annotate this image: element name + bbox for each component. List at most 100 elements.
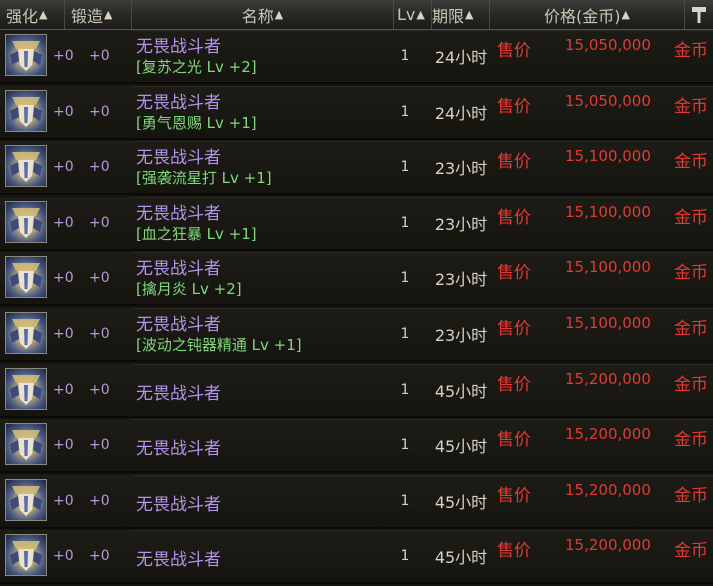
lv-column-label: Lv — [397, 5, 416, 24]
item-row[interactable]: +0 +0 无畏战斗者 1 45小时 售价 15,200,000 金币 — [0, 364, 713, 418]
item-price: 15,100,000 — [565, 258, 651, 276]
forge-level: +0 — [89, 48, 110, 64]
item-price: 15,200,000 — [565, 481, 651, 499]
item-lv: 1 — [400, 104, 410, 120]
item-row[interactable]: +0 +0 无畏战斗者 1 45小时 售价 15,200,000 金币 — [0, 419, 713, 473]
currency-label: 金币 — [674, 319, 708, 339]
item-price: 15,100,000 — [565, 147, 651, 165]
item-option: [擒月炎 Lv +2] — [136, 280, 242, 298]
item-row[interactable]: +0 +0 无畏战斗者 [血之狂暴 Lv +1] 1 23小时 售价 15,10… — [0, 197, 713, 251]
sort-price-column[interactable]: 价格(金币) ▲ — [490, 0, 685, 29]
item-lv: 1 — [400, 159, 410, 175]
item-option: [复苏之光 Lv +2] — [136, 58, 257, 76]
enhance-level: +0 — [53, 437, 74, 453]
enhance-column-label: 强化 — [6, 6, 39, 26]
enhance-level: +0 — [53, 382, 74, 398]
forge-level: +0 — [89, 548, 110, 564]
price-column-label: 价格(金币) — [544, 6, 621, 26]
item-row[interactable]: +0 +0 无畏战斗者 [强袭流星打 Lv +1] 1 23小时 售价 15,1… — [0, 141, 713, 195]
armor-item-icon[interactable] — [5, 90, 47, 132]
item-period: 45小时 — [434, 493, 488, 512]
sell-label: 售价 — [497, 486, 531, 506]
sell-label: 售价 — [497, 541, 531, 561]
enhance-level: +0 — [53, 548, 74, 564]
item-row[interactable]: +0 +0 无畏战斗者 1 45小时 售价 15,200,000 金币 — [0, 475, 713, 529]
currency-label: 金币 — [674, 541, 708, 561]
item-lv: 1 — [400, 48, 410, 64]
currency-label: 金币 — [674, 97, 708, 117]
item-option: [强袭流星打 Lv +1] — [136, 169, 272, 187]
sell-label: 售价 — [497, 208, 531, 228]
sort-lv-column[interactable]: Lv ▲ — [394, 0, 432, 29]
item-row[interactable]: +0 +0 无畏战斗者 [波动之钝器精通 Lv +1] 1 23小时 售价 15… — [0, 308, 713, 362]
sort-period-column[interactable]: 期限 ▲ — [432, 0, 490, 29]
sort-forge-column[interactable]: 锻造 ▲ — [65, 0, 132, 29]
forge-level: +0 — [89, 270, 110, 286]
armor-item-icon[interactable] — [5, 312, 47, 354]
sort-arrow-icon: ▲ — [104, 8, 113, 21]
currency-label: 金币 — [674, 41, 708, 61]
item-lv: 1 — [400, 548, 410, 564]
item-row[interactable]: +0 +0 无畏战斗者 [勇气恩赐 Lv +1] 1 24小时 售价 15,05… — [0, 86, 713, 140]
sort-enhance-column[interactable]: 强化 ▲ — [0, 0, 65, 29]
item-lv: 1 — [400, 493, 410, 509]
currency-label: 金币 — [674, 208, 708, 228]
sort-name-column[interactable]: 名称 ▲ — [132, 0, 394, 29]
item-price: 15,200,000 — [565, 425, 651, 443]
item-price: 15,100,000 — [565, 314, 651, 332]
enhance-level: +0 — [53, 493, 74, 509]
item-price: 15,050,000 — [565, 92, 651, 110]
hammer-icon — [692, 6, 706, 23]
hammer-button[interactable] — [685, 0, 713, 29]
item-name: 无畏战斗者 — [136, 148, 221, 168]
armor-item-icon[interactable] — [5, 145, 47, 187]
item-name: 无畏战斗者 — [136, 495, 221, 515]
armor-item-icon[interactable] — [5, 368, 47, 410]
armor-item-icon[interactable] — [5, 534, 47, 576]
item-row[interactable]: +0 +0 无畏战斗者 [擒月炎 Lv +2] 1 23小时 售价 15,100… — [0, 252, 713, 306]
currency-label: 金币 — [674, 375, 708, 395]
item-row[interactable]: +0 +0 无畏战斗者 [复苏之光 Lv +2] 1 24小时 售价 15,05… — [0, 30, 713, 84]
enhance-level: +0 — [53, 215, 74, 231]
item-lv: 1 — [400, 270, 410, 286]
forge-level: +0 — [89, 215, 110, 231]
name-column-label: 名称 — [241, 6, 274, 26]
armor-item-icon[interactable] — [5, 479, 47, 521]
item-lv: 1 — [400, 437, 410, 453]
sell-label: 售价 — [497, 263, 531, 283]
enhance-level: +0 — [53, 104, 74, 120]
armor-item-icon[interactable] — [5, 423, 47, 465]
item-row[interactable]: +0 +0 无畏战斗者 1 45小时 售价 15,200,000 金币 — [0, 530, 713, 584]
item-period: 23小时 — [434, 326, 488, 345]
period-column-label: 期限 — [432, 6, 465, 26]
item-name: 无畏战斗者 — [136, 550, 221, 570]
currency-label: 金币 — [674, 486, 708, 506]
sort-arrow-icon: ▲ — [39, 8, 48, 21]
armor-item-icon[interactable] — [5, 34, 47, 76]
armor-item-icon[interactable] — [5, 256, 47, 298]
item-option: [波动之钝器精通 Lv +1] — [136, 336, 302, 354]
enhance-level: +0 — [53, 270, 74, 286]
item-price: 15,200,000 — [565, 536, 651, 554]
enhance-level: +0 — [53, 326, 74, 342]
item-name: 无畏战斗者 — [136, 259, 221, 279]
item-price: 15,050,000 — [565, 36, 651, 54]
currency-label: 金币 — [674, 430, 708, 450]
item-period: 45小时 — [434, 437, 488, 456]
enhance-level: +0 — [53, 48, 74, 64]
item-price: 15,200,000 — [565, 370, 651, 388]
forge-level: +0 — [89, 104, 110, 120]
item-name: 无畏战斗者 — [136, 439, 221, 459]
currency-label: 金币 — [674, 152, 708, 172]
forge-column-label: 锻造 — [71, 6, 104, 26]
item-period: 23小时 — [434, 159, 488, 178]
forge-level: +0 — [89, 437, 110, 453]
armor-item-icon[interactable] — [5, 201, 47, 243]
item-period: 45小时 — [434, 548, 488, 567]
item-period: 24小时 — [434, 48, 488, 67]
sell-label: 售价 — [497, 430, 531, 450]
item-lv: 1 — [400, 215, 410, 231]
sell-label: 售价 — [497, 152, 531, 172]
item-name: 无畏战斗者 — [136, 204, 221, 224]
item-name: 无畏战斗者 — [136, 315, 221, 335]
